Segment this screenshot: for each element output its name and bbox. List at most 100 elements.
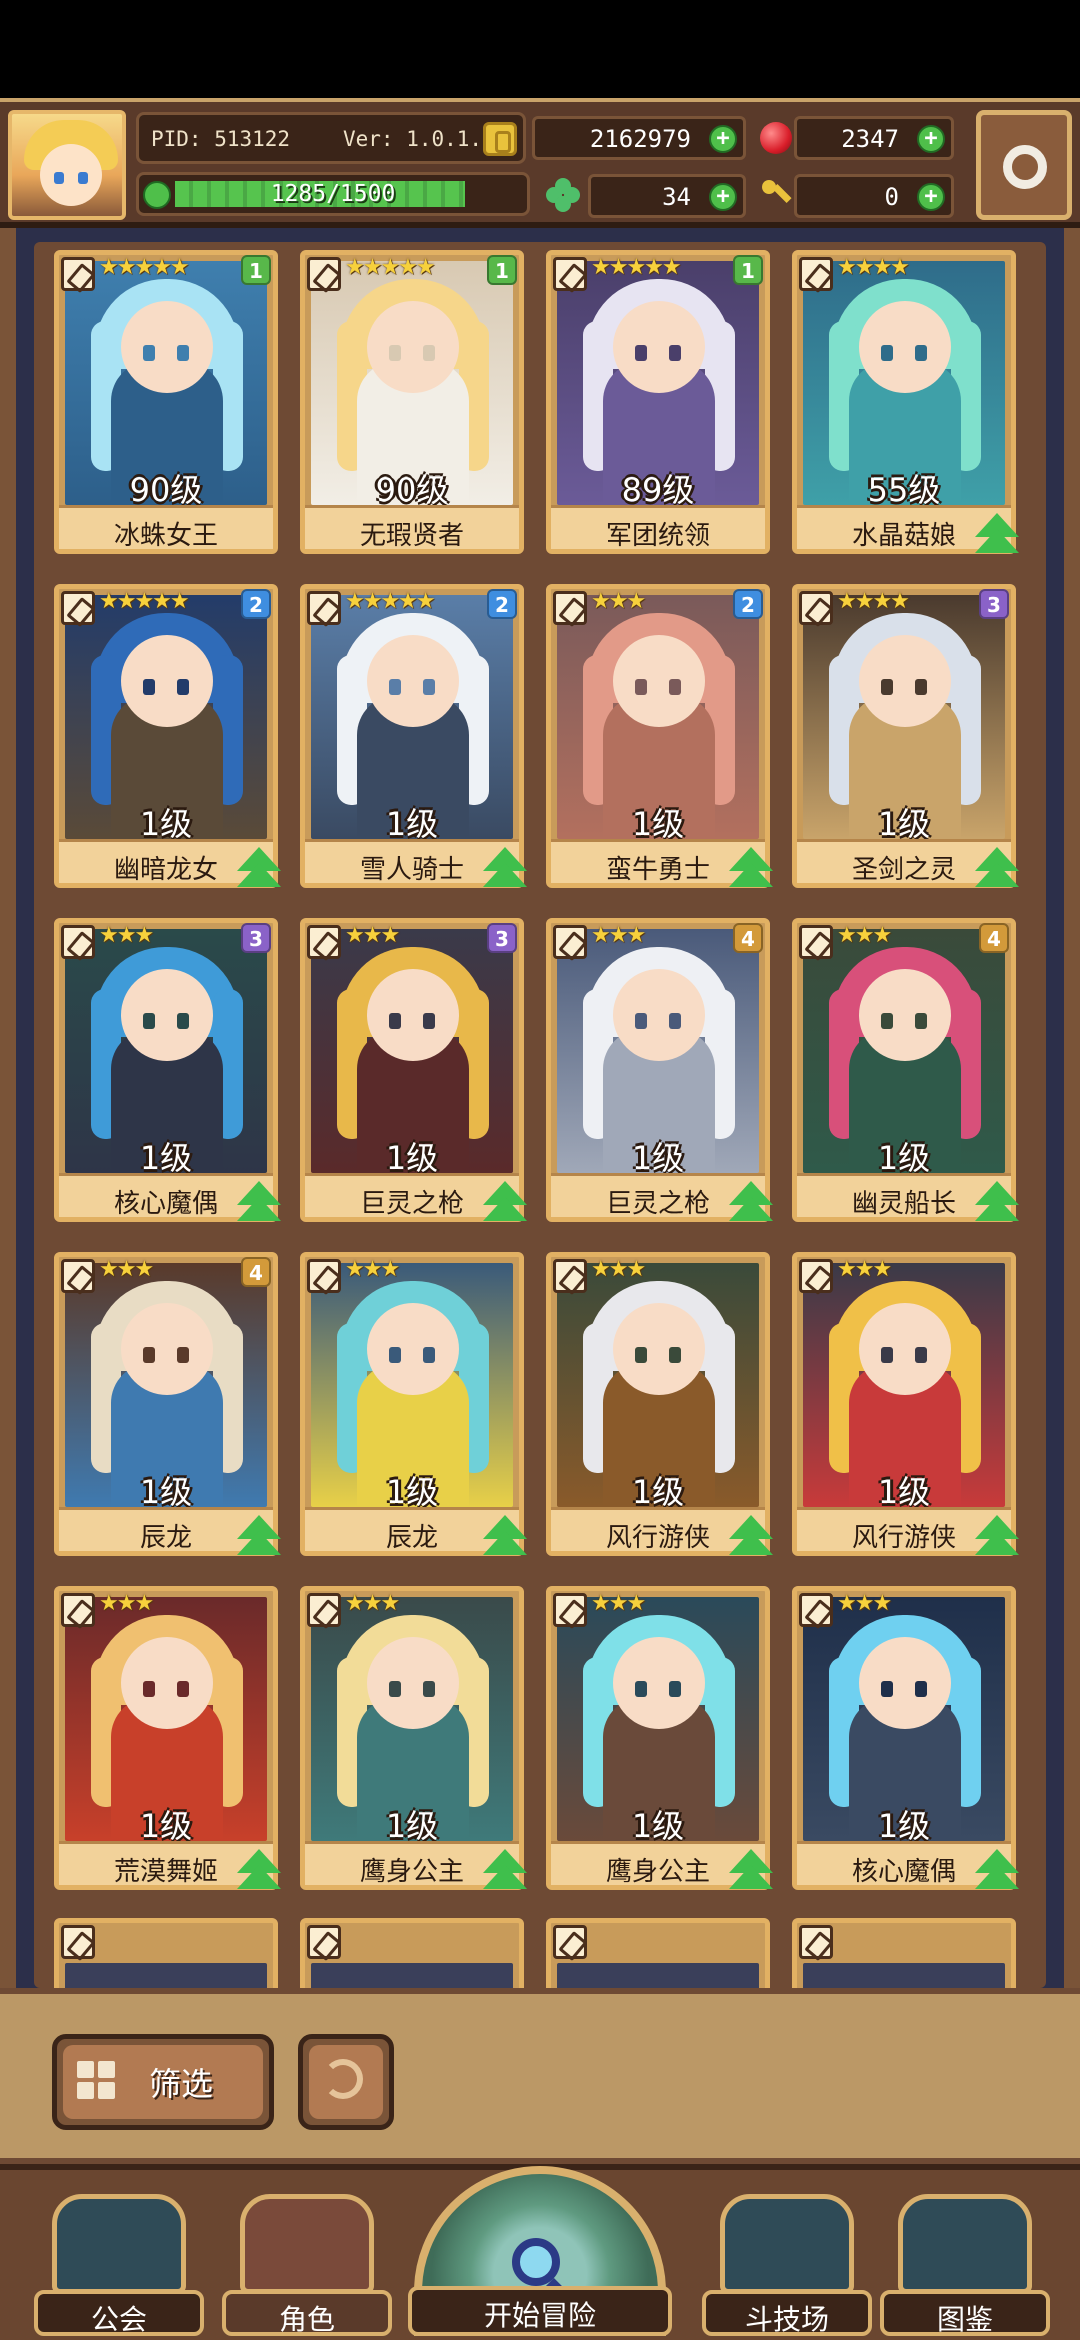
nav-guild[interactable]: 公会 <box>34 2194 204 2340</box>
player-info-panel: PID: 513122 Ver: 1.0.1.0 <box>136 112 526 164</box>
class-type-icon <box>307 1593 341 1627</box>
add-gold-button[interactable]: + <box>709 125 737 153</box>
portrait-eye <box>177 1347 189 1363</box>
add-clovers-button[interactable]: + <box>709 183 737 211</box>
settings-button[interactable] <box>976 110 1072 220</box>
experience-bar: 1285/1500 <box>136 172 530 216</box>
portrait-eye <box>143 1681 155 1697</box>
character-card[interactable]: ★★★★ 55级 水晶菇娘 <box>792 250 1019 554</box>
class-type-icon <box>799 1259 833 1293</box>
nav-adventure-label: 开始冒险 <box>483 2299 596 2332</box>
star-rating: ★★★★ <box>837 255 910 280</box>
character-card[interactable]: ★★★★★ 1级 雪人骑士 2 <box>300 584 527 888</box>
character-grid[interactable]: ★★★★★ 90级 冰蛛女王 1 ★★★★★ 90级 无瑕贤者 1 ★★★★★ … <box>34 242 1046 1988</box>
character-card[interactable] <box>792 1918 1016 1988</box>
star-rating: ★★★ <box>837 1257 892 1282</box>
portrait-eye <box>915 1013 927 1029</box>
character-name: 军团统领 <box>605 521 710 551</box>
portrait-eye <box>669 1347 681 1363</box>
nav-arena-label: 斗技场 <box>744 2303 829 2336</box>
character-card[interactable] <box>546 1918 770 1988</box>
class-type-icon <box>799 1593 833 1627</box>
character-card[interactable] <box>300 1918 524 1988</box>
character-card[interactable]: ★★★ 1级 蛮牛勇士 2 <box>546 584 773 888</box>
player-avatar[interactable] <box>8 110 126 220</box>
character-card[interactable]: ★★★ 1级 辰龙 <box>300 1252 527 1556</box>
portrait-eye <box>389 1681 401 1697</box>
portrait-face <box>367 1303 459 1395</box>
crossed-swords-icon <box>720 2194 854 2294</box>
star-rating: ★★★ <box>99 1257 154 1282</box>
nav-guild-label: 公会 <box>90 2303 147 2336</box>
add-keys-button[interactable]: + <box>917 183 945 211</box>
filter-bar: 筛选 <box>0 1988 1080 2164</box>
nav-start-adventure[interactable]: 开始冒险 <box>408 2166 672 2340</box>
refresh-icon <box>323 2059 363 2099</box>
upgrade-arrow-icon <box>483 1181 527 1225</box>
reset-filter-button[interactable] <box>298 2034 394 2130</box>
bottom-navigation: 公会 角色 开始冒险 斗技场 图鉴 <box>0 2164 1080 2340</box>
portrait-face <box>121 969 213 1061</box>
key-amount: 0 <box>884 183 899 211</box>
clover-counter: 34 + <box>588 174 746 218</box>
class-type-icon <box>553 1925 587 1959</box>
upgrade-arrow-icon <box>975 1181 1019 1225</box>
portrait-face <box>121 1637 213 1729</box>
portrait-face <box>367 1637 459 1729</box>
portrait-eye <box>635 679 647 695</box>
book-icon <box>898 2194 1032 2294</box>
character-card[interactable]: ★★★ 1级 核心魔偶 <box>792 1586 1019 1890</box>
character-card[interactable]: ★★★ 1级 巨灵之枪 4 <box>546 918 773 1222</box>
gold-amount: 2162979 <box>589 125 691 153</box>
portrait-eye <box>177 1681 189 1697</box>
star-rating: ★★★ <box>837 1591 892 1616</box>
class-type-icon <box>307 257 341 291</box>
portrait-face <box>367 635 459 727</box>
nav-characters[interactable]: 角色 <box>222 2194 392 2340</box>
gold-coin-icon <box>483 122 517 156</box>
character-card[interactable]: ★★★ 1级 荒漠舞姬 <box>54 1586 281 1890</box>
portrait-face <box>613 301 705 393</box>
clover-amount: 34 <box>662 183 691 211</box>
star-rating: ★★★ <box>99 1591 154 1616</box>
character-card[interactable]: ★★★★ 1级 圣剑之灵 3 <box>792 584 1019 888</box>
character-card[interactable]: ★★★ 1级 鹰身公主 <box>546 1586 773 1890</box>
portrait-eye <box>143 345 155 361</box>
character-card[interactable]: ★★★ 1级 核心魔偶 3 <box>54 918 281 1225</box>
tier-badge: 2 <box>733 589 763 619</box>
gear-icon <box>1003 145 1047 189</box>
character-name: 冰蛛女王 <box>113 521 218 551</box>
character-card[interactable]: ★★★★★ 89级 军团统领 1 <box>546 250 770 554</box>
character-card[interactable]: ★★★ 1级 风行游侠 <box>546 1252 773 1556</box>
add-gems-button[interactable]: + <box>917 125 945 153</box>
character-card[interactable]: ★★★ 1级 风行游侠 <box>792 1252 1019 1556</box>
nav-arena[interactable]: 斗技场 <box>702 2194 872 2340</box>
character-card[interactable]: ★★★★★ 90级 冰蛛女王 1 <box>54 250 278 554</box>
star-rating: ★★★★★ <box>591 255 682 280</box>
tier-badge: 4 <box>733 923 763 953</box>
key-icon <box>760 178 794 212</box>
class-type-icon <box>553 1259 587 1293</box>
character-face-icon <box>240 2194 374 2294</box>
character-card[interactable]: ★★★ 1级 巨灵之枪 3 <box>300 918 527 1225</box>
class-type-icon <box>61 591 95 625</box>
nav-codex[interactable]: 图鉴 <box>880 2194 1050 2340</box>
tier-badge: 2 <box>241 589 271 619</box>
portrait-face <box>613 969 705 1061</box>
key-counter: 0 + <box>794 174 954 218</box>
filter-button[interactable]: 筛选 <box>52 2034 274 2130</box>
gold-counter: 2162979 + <box>532 116 746 160</box>
portrait-eye <box>881 679 893 695</box>
character-card[interactable]: ★★★ 1级 辰龙 4 <box>54 1252 281 1556</box>
upgrade-arrow-icon <box>237 1181 281 1225</box>
character-card[interactable]: ★★★ 1级 幽灵船长 4 <box>792 918 1019 1225</box>
character-portrait <box>803 1963 1005 1988</box>
class-type-icon <box>799 925 833 959</box>
tier-badge: 4 <box>979 923 1009 953</box>
star-rating: ★★★★★ <box>345 589 436 614</box>
character-card[interactable]: ★★★ 1级 鹰身公主 <box>300 1586 527 1890</box>
avatar-eye <box>54 172 64 184</box>
character-card[interactable]: ★★★★★ 1级 幽暗龙女 2 <box>54 584 281 888</box>
character-card[interactable]: ★★★★★ 90级 无瑕贤者 1 <box>300 250 524 554</box>
character-card[interactable] <box>54 1918 278 1988</box>
